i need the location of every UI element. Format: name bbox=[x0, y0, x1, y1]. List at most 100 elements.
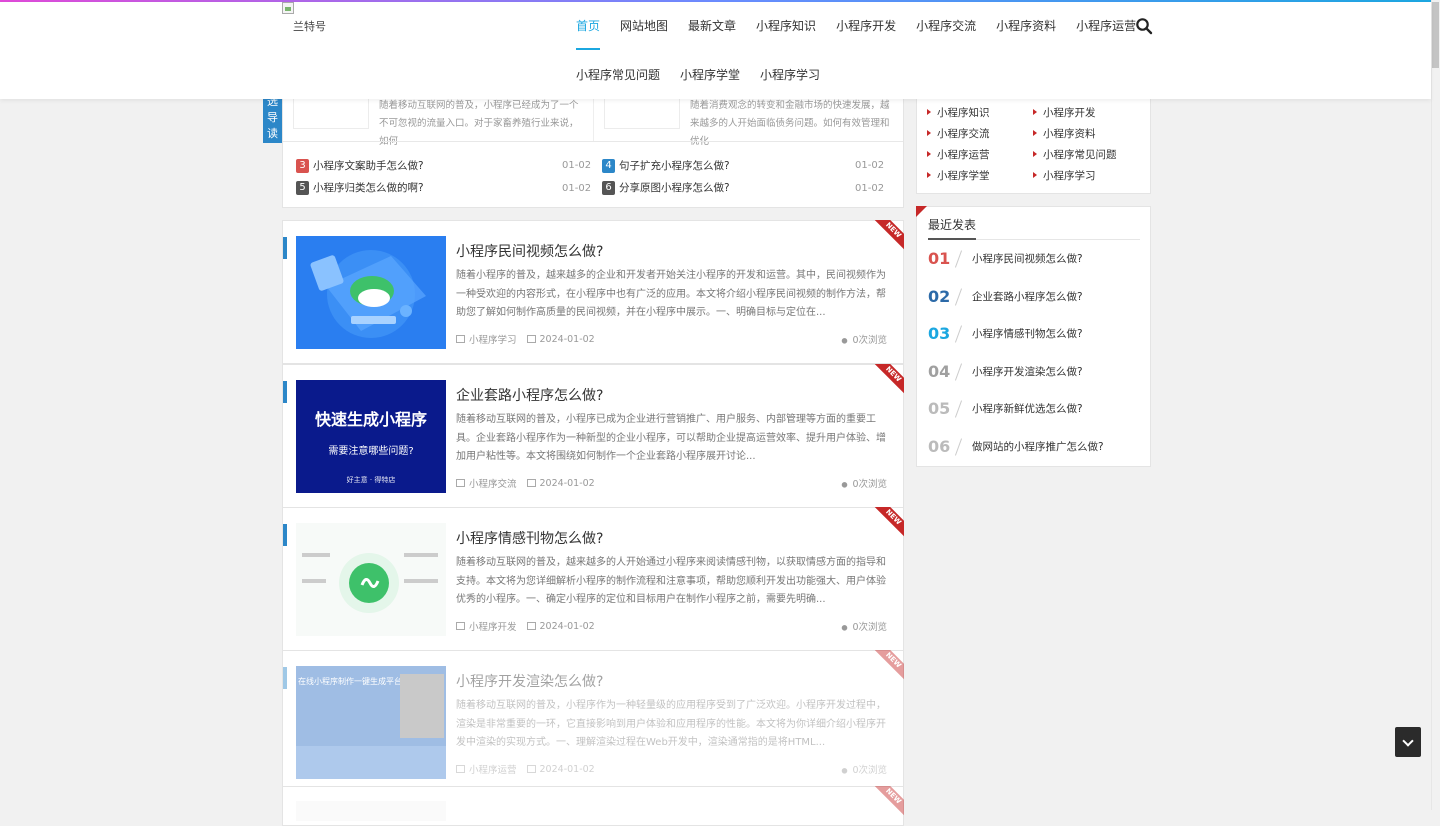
post-title[interactable]: 小程序民间视频怎么做? bbox=[456, 241, 603, 261]
post-excerpt: 随着移动互联网的普及，小程序已成为企业进行营销推广、用户服务、内部管理等方面的重… bbox=[456, 414, 886, 462]
guide-divider-horizontal bbox=[283, 141, 903, 142]
nav-home[interactable]: 首页 bbox=[566, 14, 610, 50]
calendar-icon bbox=[526, 622, 536, 630]
guide-excerpt-left: 随着移动互联网的普及，小程序已经成为了一个不可忽视的流量入口。对于家畜养殖行业来… bbox=[379, 100, 579, 147]
post-thumbnail[interactable] bbox=[296, 236, 446, 349]
post-card: 小程序民间视频怎么做? 随着小程序的普及，越来越多的企业和开发者开始关注小程序的… bbox=[282, 220, 904, 364]
recent-post-item[interactable]: 02 企业套路小程序怎么做? bbox=[928, 287, 1083, 306]
post-thumbnail[interactable] bbox=[296, 801, 446, 821]
post-card: 快速生成小程序 需要注意哪些问题? 好主意 · 得特店 企业套路小程序怎么做? … bbox=[282, 364, 904, 508]
paw-icon bbox=[840, 765, 850, 774]
sidebar-category-link[interactable]: 小程序运营 bbox=[927, 147, 990, 162]
new-badge: NEW bbox=[874, 650, 904, 680]
post-meta: 小程序开发 2024-01-02 bbox=[456, 619, 595, 633]
guide-thumb-left[interactable] bbox=[293, 98, 369, 129]
nav-development[interactable]: 小程序开发 bbox=[826, 14, 906, 38]
recent-title: 企业套路小程序怎么做? bbox=[972, 291, 1083, 303]
recent-rank: 05 bbox=[928, 399, 951, 418]
post-meta: 小程序学习 2024-01-02 bbox=[456, 332, 595, 346]
new-badge: NEW bbox=[874, 364, 904, 394]
rank-number: 4 bbox=[602, 158, 615, 173]
paw-icon bbox=[840, 335, 850, 344]
nav-learning[interactable]: 小程序学习 bbox=[750, 63, 830, 87]
slash-divider bbox=[954, 288, 964, 306]
category-icon bbox=[456, 765, 465, 773]
ranked-date: 01-02 bbox=[562, 183, 592, 194]
rank-number: 5 bbox=[296, 180, 309, 195]
recent-rank: 02 bbox=[928, 287, 951, 306]
post-accent-bar bbox=[283, 237, 287, 259]
ranked-date: 01-02 bbox=[562, 160, 592, 171]
ranked-title: 小程序文案助手怎么做? bbox=[313, 160, 424, 172]
scrollbar-thumb[interactable] bbox=[1432, 2, 1439, 68]
calendar-icon bbox=[526, 335, 536, 343]
slash-divider bbox=[954, 438, 964, 456]
back-to-top-button[interactable] bbox=[1395, 727, 1421, 757]
post-accent-bar bbox=[283, 667, 287, 689]
recent-post-item[interactable]: 01 小程序民间视频怎么做? bbox=[928, 249, 1083, 268]
nav-sitemap[interactable]: 网站地图 bbox=[610, 14, 678, 38]
thumb-footer: 好主意 · 得特店 bbox=[346, 476, 396, 484]
post-title[interactable]: 企业套路小程序怎么做? bbox=[456, 385, 603, 405]
search-icon[interactable] bbox=[1135, 17, 1153, 35]
recent-title: 小程序情感刊物怎么做? bbox=[972, 328, 1083, 340]
site-logo[interactable]: 兰特号 bbox=[282, 2, 342, 36]
post-thumbnail[interactable]: 快速生成小程序 需要注意哪些问题? 好主意 · 得特店 bbox=[296, 380, 446, 493]
ranked-date: 01-02 bbox=[855, 183, 885, 194]
ranked-item[interactable]: 5 小程序归类怎么做的啊? bbox=[296, 180, 424, 195]
post-thumbnail[interactable]: 在线小程序制作一键生成平台 bbox=[296, 666, 446, 779]
post-title[interactable]: 小程序情感刊物怎么做? bbox=[456, 528, 603, 548]
post-excerpt: 随着移动互联网的普及，越来越多的人开始通过小程序来阅读情感刊物，以获取情感方面的… bbox=[456, 557, 886, 605]
post-category[interactable]: 小程序运营 bbox=[469, 762, 517, 776]
recent-rank: 06 bbox=[928, 437, 951, 456]
nav-exchange[interactable]: 小程序交流 bbox=[906, 14, 986, 38]
post-card: 小程序情感刊物怎么做? 随着移动互联网的普及，越来越多的人开始通过小程序来阅读情… bbox=[282, 507, 904, 651]
recent-rank: 04 bbox=[928, 362, 951, 381]
slash-divider bbox=[954, 325, 964, 343]
page-scrollbar[interactable] bbox=[1431, 0, 1440, 810]
guide-excerpt-right: 随着消费观念的转变和金融市场的快速发展，越来越多的人开始面临债务问题。如何有效管… bbox=[690, 100, 890, 147]
recent-rank: 03 bbox=[928, 324, 951, 343]
sidebar-category-link[interactable]: 小程序学习 bbox=[1033, 168, 1096, 183]
secondary-nav: 小程序常见问题 小程序学堂 小程序学习 bbox=[566, 63, 830, 87]
nav-academy[interactable]: 小程序学堂 bbox=[670, 63, 750, 87]
recent-title: 小程序新鲜优选怎么做? bbox=[972, 403, 1083, 415]
recent-post-item[interactable]: 05 小程序新鲜优选怎么做? bbox=[928, 399, 1083, 418]
category-icon bbox=[456, 479, 465, 487]
nav-faq[interactable]: 小程序常见问题 bbox=[566, 63, 670, 87]
sidebar-category-link[interactable]: 小程序知识 bbox=[927, 105, 990, 120]
sidebar-category-link[interactable]: 小程序资料 bbox=[1033, 126, 1096, 141]
post-excerpt: 随着小程序的普及，越来越多的企业和开发者开始关注小程序的开发和运营。其中，民间视… bbox=[456, 270, 886, 318]
post-views: 0次浏览 bbox=[840, 332, 887, 346]
post-meta: 小程序运营 2024-01-02 bbox=[456, 762, 595, 776]
ranked-item[interactable]: 3 小程序文案助手怎么做? bbox=[296, 158, 424, 173]
sidebar-recent-title: 最近发表 bbox=[928, 218, 977, 232]
post-date: 2024-01-02 bbox=[539, 763, 595, 775]
sidebar-category-link[interactable]: 小程序学堂 bbox=[927, 168, 990, 183]
sidebar-category-link[interactable]: 小程序交流 bbox=[927, 126, 990, 141]
recent-post-item[interactable]: 04 小程序开发渲染怎么做? bbox=[928, 362, 1083, 381]
post-date: 2024-01-02 bbox=[539, 333, 595, 345]
sidebar-category-link[interactable]: 小程序常见问题 bbox=[1033, 147, 1117, 162]
new-badge: NEW bbox=[874, 786, 904, 816]
nav-latest[interactable]: 最新文章 bbox=[678, 14, 746, 38]
post-category[interactable]: 小程序开发 bbox=[469, 619, 517, 633]
post-title[interactable]: 小程序开发渲染怎么做? bbox=[456, 671, 603, 691]
sidebar-category-link[interactable]: 小程序开发 bbox=[1033, 105, 1096, 120]
broken-image-icon bbox=[282, 2, 294, 14]
post-thumbnail[interactable] bbox=[296, 523, 446, 636]
recent-post-item[interactable]: 06 做网站的小程序推广怎么做? bbox=[928, 437, 1104, 456]
ranked-item[interactable]: 6 分享原图小程序怎么做? bbox=[602, 180, 730, 195]
new-badge: NEW bbox=[874, 507, 904, 537]
recent-post-item[interactable]: 03 小程序情感刊物怎么做? bbox=[928, 324, 1083, 343]
ranked-title: 分享原图小程序怎么做? bbox=[619, 182, 730, 194]
post-category[interactable]: 小程序交流 bbox=[469, 476, 517, 490]
post-card-content: 在线小程序制作一键生成平台 小程序开发渲染怎么做? 随着移动互联网的普及，小程序… bbox=[283, 650, 904, 793]
post-category[interactable]: 小程序学习 bbox=[469, 332, 517, 346]
ranked-item[interactable]: 4 句子扩充小程序怎么做? bbox=[602, 158, 730, 173]
guide-thumb-right[interactable] bbox=[604, 98, 680, 129]
ranked-date: 01-02 bbox=[855, 160, 885, 171]
rank-number: 6 bbox=[602, 180, 615, 195]
nav-knowledge[interactable]: 小程序知识 bbox=[746, 14, 826, 38]
nav-resources[interactable]: 小程序资料 bbox=[986, 14, 1066, 38]
